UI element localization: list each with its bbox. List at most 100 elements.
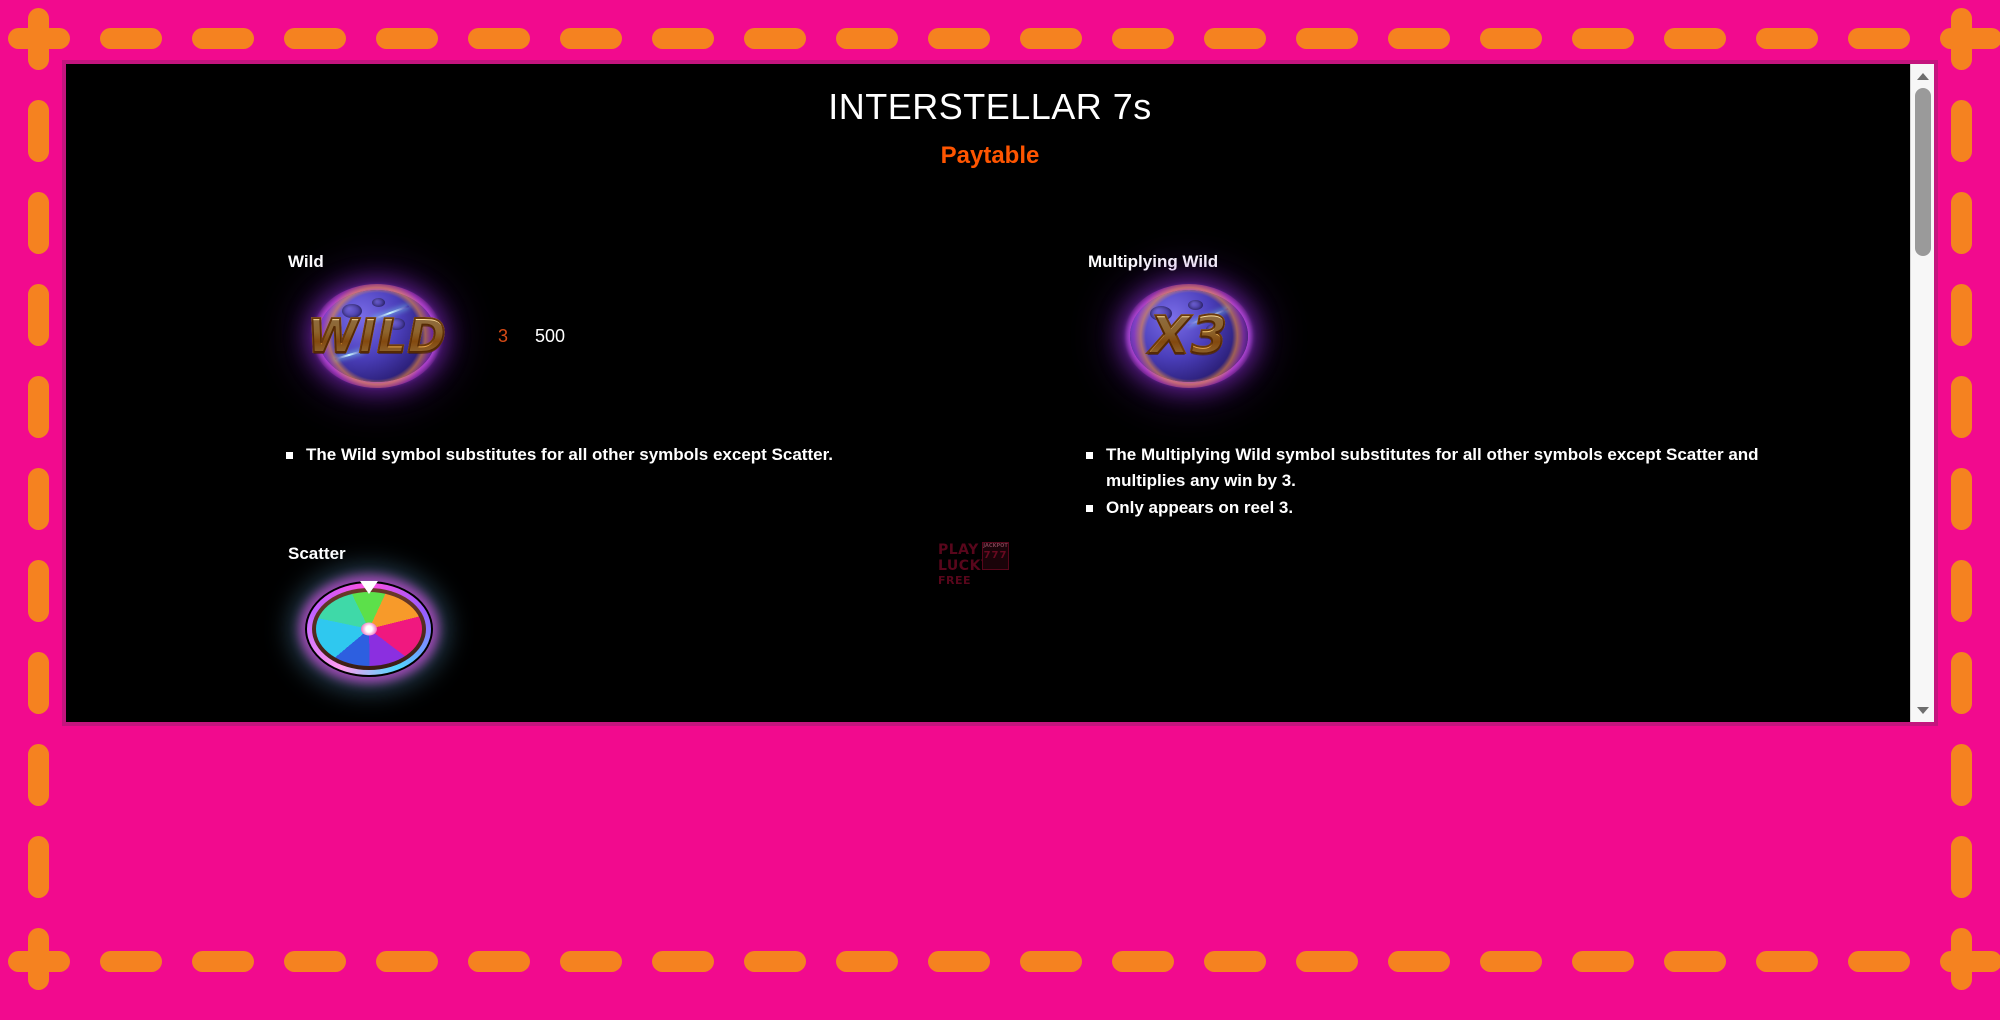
watermark: PLAY JACKPOT 777 LUCKY FREE xyxy=(938,542,1060,586)
wild-symbol: WILD xyxy=(294,286,460,386)
frame-dash xyxy=(1296,951,1358,972)
wild-payout: 3 500 xyxy=(498,326,565,347)
frame-dash xyxy=(100,951,162,972)
frame-dash xyxy=(376,951,438,972)
frame-dash xyxy=(28,928,49,990)
frame-dash xyxy=(1480,28,1542,49)
watermark-jackpot: JACKPOT xyxy=(983,543,1008,550)
frame-dash xyxy=(192,951,254,972)
frame-dash xyxy=(28,100,49,162)
frame-dash xyxy=(1388,28,1450,49)
watermark-free: FREE xyxy=(938,574,1060,587)
frame-dash xyxy=(1296,28,1358,49)
frame-dash xyxy=(836,28,898,49)
scrollbar-thumb[interactable] xyxy=(1915,88,1931,256)
frame-dash xyxy=(1951,8,1972,70)
frame-dash xyxy=(468,28,530,49)
vertical-scrollbar[interactable] xyxy=(1910,64,1934,722)
frame-dash xyxy=(28,468,49,530)
frame-dash xyxy=(376,28,438,49)
scroll-down-icon[interactable] xyxy=(1911,700,1935,720)
frame-dash xyxy=(1951,284,1972,346)
wild-payout-count: 3 xyxy=(498,326,508,346)
wild-payout-value: 500 xyxy=(535,326,565,346)
list-item: The Multiplying Wild symbol substitutes … xyxy=(1078,442,1818,494)
frame-dash xyxy=(1388,951,1450,972)
wheel-hub xyxy=(361,623,377,636)
game-window: INTERSTELLAR 7s Paytable Wild WILD 3 500… xyxy=(62,60,1938,726)
frame-dashes-left xyxy=(28,8,49,1020)
frame-dash xyxy=(1572,28,1634,49)
frame-dash xyxy=(1112,28,1174,49)
scroll-up-icon[interactable] xyxy=(1911,66,1935,86)
paytable-canvas: INTERSTELLAR 7s Paytable Wild WILD 3 500… xyxy=(66,64,1914,722)
frame-dash xyxy=(284,28,346,49)
frame-dash xyxy=(1951,652,1972,714)
bonus-wheel-icon xyxy=(307,583,431,675)
frame-dash xyxy=(1951,192,1972,254)
frame-dash xyxy=(28,284,49,346)
frame-dash xyxy=(28,836,49,898)
frame-dash xyxy=(28,652,49,714)
frame-dash xyxy=(928,951,990,972)
wheel-pointer-icon xyxy=(360,581,378,594)
frame-dash xyxy=(28,376,49,438)
frame-dash xyxy=(100,28,162,49)
frame-dash xyxy=(28,560,49,622)
scatter-section-label: Scatter xyxy=(288,544,346,564)
frame-dash xyxy=(284,951,346,972)
scatter-symbol xyxy=(294,576,444,682)
frame-dash xyxy=(560,951,622,972)
multiplying-wild-section-label: Multiplying Wild xyxy=(1088,252,1218,272)
frame-dash xyxy=(1756,28,1818,49)
multiplier-wordmark: X3 xyxy=(1150,306,1228,366)
multiplying-wild-description: The Multiplying Wild symbol substitutes … xyxy=(1078,442,1818,522)
frame-dash xyxy=(1572,951,1634,972)
frame-dash xyxy=(1664,28,1726,49)
list-item: Only appears on reel 3. xyxy=(1078,495,1818,521)
frame-dash xyxy=(560,28,622,49)
frame-dash xyxy=(652,951,714,972)
frame-dash xyxy=(28,8,49,70)
frame-dash xyxy=(928,28,990,49)
frame-dash xyxy=(1951,376,1972,438)
frame-dash xyxy=(468,951,530,972)
frame-dash xyxy=(1020,951,1082,972)
frame-dash xyxy=(1112,951,1174,972)
frame-dash xyxy=(1204,28,1266,49)
wheel-face xyxy=(316,592,422,666)
wild-description: The Wild symbol substitutes for all othe… xyxy=(278,442,978,469)
slot-machine-icon: JACKPOT 777 xyxy=(982,542,1009,570)
crater-icon xyxy=(372,298,385,307)
paytable-subtitle: Paytable xyxy=(66,142,1914,170)
list-item: The Wild symbol substitutes for all othe… xyxy=(278,442,978,468)
frame-dash xyxy=(1848,28,1910,49)
frame-dash xyxy=(1951,836,1972,898)
frame-dash xyxy=(1951,100,1972,162)
frame-dash xyxy=(744,28,806,49)
frame-dash xyxy=(1951,468,1972,530)
frame-dash xyxy=(1951,744,1972,806)
frame-dash xyxy=(28,744,49,806)
frame-dash xyxy=(1480,951,1542,972)
wild-section-label: Wild xyxy=(288,252,324,272)
frame-dash xyxy=(1204,951,1266,972)
frame-dash xyxy=(1756,951,1818,972)
frame-dash xyxy=(652,28,714,49)
frame-dash xyxy=(1848,951,1910,972)
frame-dash xyxy=(192,28,254,49)
frame-dashes-top xyxy=(8,28,2000,49)
frame-dashes-bottom xyxy=(8,951,2000,972)
frame-dash xyxy=(1020,28,1082,49)
frame-dash xyxy=(28,192,49,254)
frame-dash xyxy=(1951,928,1972,990)
frame-dash xyxy=(1951,560,1972,622)
wild-wordmark: WILD xyxy=(307,309,446,363)
page-title: INTERSTELLAR 7s xyxy=(66,86,1914,128)
wheel-ring xyxy=(312,588,426,670)
frame-dash xyxy=(744,951,806,972)
watermark-reels: 777 xyxy=(984,550,1008,562)
frame-dash xyxy=(836,951,898,972)
frame-dash xyxy=(1664,951,1726,972)
multiplying-wild-symbol: X3 xyxy=(1096,286,1282,386)
